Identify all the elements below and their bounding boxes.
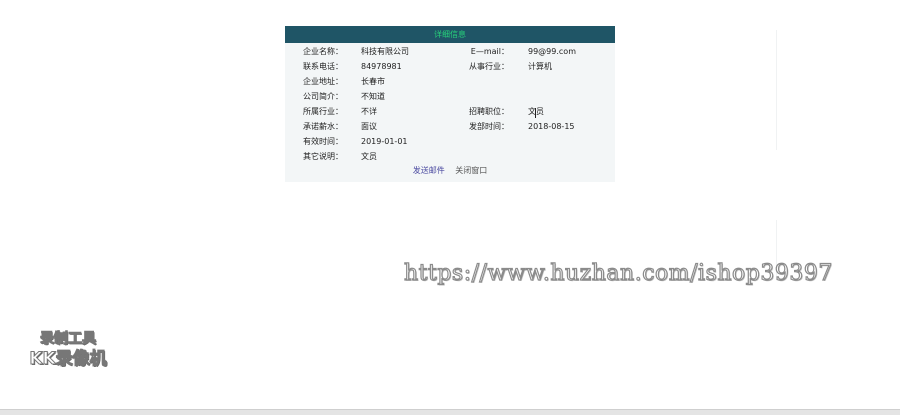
page: 详细信息 企业名称： 科技有限公司 E—mail： 99@99.com 联系电话… [0, 0, 900, 415]
valid-date-label: 有效时间： [303, 137, 343, 146]
industry-label: 从事行业： [469, 62, 509, 71]
detail-row-address: 企业地址： 长春市 [285, 75, 615, 89]
email-value: 99@99.com [528, 47, 576, 56]
recorder-logo: 录制工具 KK录像机 [18, 330, 118, 370]
category-label: 所属行业： [303, 107, 343, 116]
divider [776, 30, 777, 150]
panel-actions: 发送邮件 关闭窗口 [285, 165, 615, 176]
notes-value: 文员 [361, 152, 377, 161]
recorder-logo-line1: 录制工具 [40, 331, 97, 348]
recorder-logo-line2: KK录像机 [29, 349, 107, 370]
detail-row-intro: 公司简介： 不知道 [285, 90, 615, 104]
company-name-label: 企业名称： [303, 47, 343, 56]
detail-row-notes: 其它说明： 文员 [285, 150, 615, 164]
address-value: 长春市 [361, 77, 385, 86]
industry-value: 计算机 [528, 62, 552, 71]
detail-row-category: 所属行业： 不详 招聘职位： 文员 [285, 105, 615, 119]
company-name-value: 科技有限公司 [361, 47, 409, 56]
close-window-link[interactable]: 关闭窗口 [455, 165, 487, 176]
valid-date-value: 2019-01-01 [361, 137, 408, 146]
detail-row-company-name: 企业名称： 科技有限公司 E—mail： 99@99.com [285, 45, 615, 59]
publish-date-label: 发部时间： [469, 122, 509, 131]
taskbar [0, 409, 900, 415]
text-cursor-icon [535, 108, 540, 118]
notes-label: 其它说明： [303, 152, 343, 161]
send-mail-link[interactable]: 发送邮件 [413, 165, 445, 176]
phone-value: 84978981 [361, 62, 402, 71]
address-label: 企业地址： [303, 77, 343, 86]
category-value: 不详 [361, 107, 377, 116]
company-intro-label: 公司简介： [303, 92, 343, 101]
detail-row-salary: 承诺薪水： 面议 发部时间： 2018-08-15 [285, 120, 615, 134]
phone-label: 联系电话： [303, 62, 343, 71]
panel-title: 详细信息 [285, 26, 615, 43]
publish-date-value: 2018-08-15 [528, 122, 575, 131]
detail-rows: 企业名称： 科技有限公司 E—mail： 99@99.com 联系电话： 849… [285, 43, 615, 163]
position-label: 招聘职位： [469, 107, 509, 116]
detail-row-valid-date: 有效时间： 2019-01-01 [285, 135, 615, 149]
watermark-url: https://www.huzhan.com/ishop39397 [403, 260, 833, 286]
salary-label: 承诺薪水： [303, 122, 343, 131]
email-label: E—mail： [470, 47, 509, 56]
salary-value: 面议 [361, 122, 377, 131]
company-intro-value: 不知道 [361, 92, 385, 101]
detail-panel: 详细信息 企业名称： 科技有限公司 E—mail： 99@99.com 联系电话… [285, 26, 615, 182]
detail-row-phone: 联系电话： 84978981 从事行业： 计算机 [285, 60, 615, 74]
